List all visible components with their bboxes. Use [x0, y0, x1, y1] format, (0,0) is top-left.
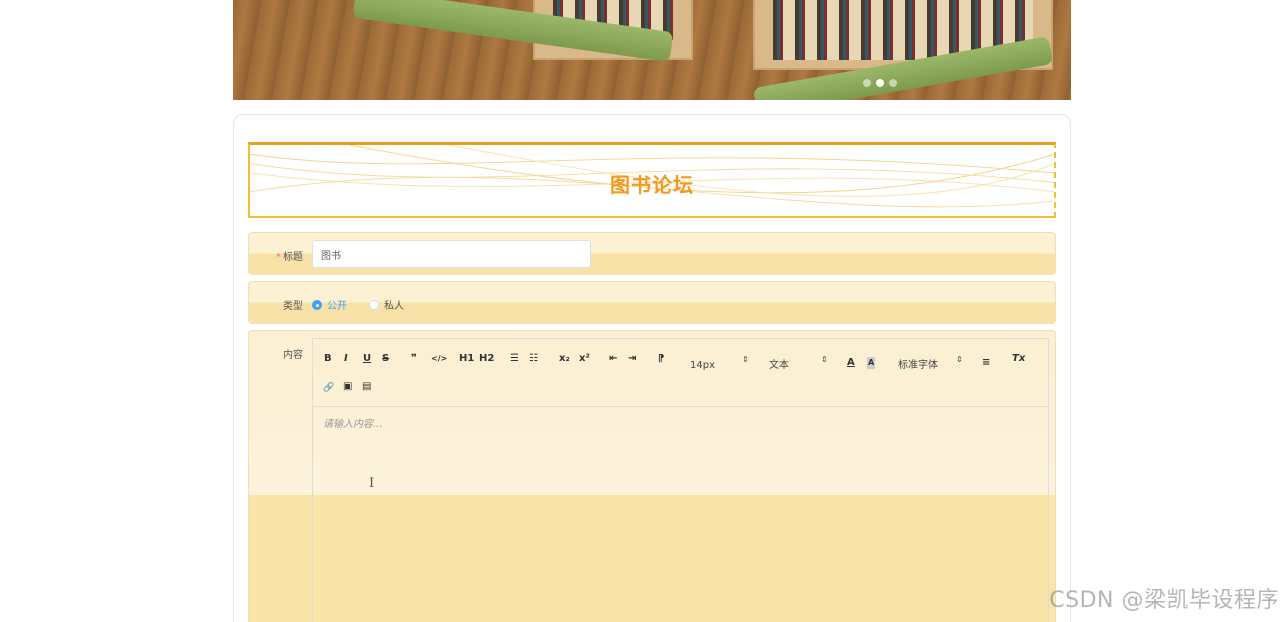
background-color-icon[interactable]: A [867, 357, 876, 369]
h1-button[interactable]: H1 [459, 353, 474, 365]
font-family-select-arrow-icon[interactable]: ⇕ [956, 354, 963, 366]
required-mark: * [276, 252, 281, 263]
header-select-arrow-icon[interactable]: ⇕ [821, 354, 828, 366]
title-label: * 标题 [276, 248, 303, 263]
content-label: 内容 [283, 350, 303, 361]
rich-text-editor: B I U S ❞ </> H1 H2 ☰ ☷ x₂ x² ⇤ ⇥ ⁋ 14px… [312, 338, 1049, 622]
code-icon[interactable]: </> [431, 353, 447, 365]
form-header: 图书论坛 [248, 142, 1056, 218]
type-form-item: 类型 公开 私人 [248, 281, 1056, 324]
title-label-text: 标题 [283, 252, 303, 263]
radio-public-label[interactable]: 公开 [327, 297, 347, 312]
watermark: CSDN @梁凯毕设程序 [1049, 588, 1279, 613]
radio-public-circle[interactable] [312, 299, 322, 310]
font-size-select-arrow-icon[interactable]: ⇕ [742, 354, 749, 366]
header-select[interactable]: 文本 [769, 360, 789, 372]
italic-button[interactable]: I [344, 353, 348, 365]
font-color-icon[interactable]: A [847, 357, 855, 369]
clean-format-icon[interactable]: Tx [1012, 353, 1025, 365]
carousel-dot[interactable] [863, 79, 871, 87]
bold-button[interactable]: B [324, 353, 332, 365]
font-size-select[interactable]: 14px [690, 360, 715, 372]
carousel-dots [863, 79, 897, 87]
text-direction-icon[interactable]: ⁋ [658, 353, 664, 365]
radio-private-label[interactable]: 私人 [384, 297, 404, 312]
subscript-button[interactable]: x₂ [559, 353, 570, 365]
banner-carousel[interactable] [233, 0, 1071, 100]
content-form-item: 内容 B I U S ❞ </> H1 H2 ☰ ☷ x₂ x² ⇤ ⇥ ⁋ 1… [248, 330, 1056, 622]
indent-icon[interactable]: ⇥ [628, 353, 636, 365]
ordered-list-icon[interactable]: ☰ [510, 353, 519, 365]
carousel-dot[interactable] [889, 79, 897, 87]
outdent-icon[interactable]: ⇤ [609, 353, 617, 365]
radio-public[interactable]: 公开 [312, 297, 347, 312]
radio-private[interactable]: 私人 [369, 297, 404, 312]
h2-button[interactable]: H2 [479, 353, 494, 365]
title-input[interactable] [312, 240, 591, 268]
text-cursor-icon: I [369, 476, 375, 491]
strike-button[interactable]: S [382, 353, 389, 365]
video-icon[interactable]: ▤ [362, 381, 371, 393]
editor-placeholder[interactable]: 请输入内容... [323, 415, 383, 430]
image-icon[interactable]: ▣ [343, 381, 352, 393]
underline-button[interactable]: U [363, 353, 371, 365]
page-title: 图书论坛 [610, 173, 694, 197]
radio-private-circle[interactable] [369, 299, 379, 310]
carousel-dot-active[interactable] [876, 79, 884, 87]
font-family-select[interactable]: 标准字体 [898, 360, 938, 372]
type-label: 类型 [283, 301, 303, 312]
link-icon[interactable]: 🔗 [323, 382, 334, 394]
superscript-button[interactable]: x² [579, 353, 590, 365]
bullet-list-icon[interactable]: ☷ [529, 353, 538, 365]
title-form-item: * 标题 [248, 232, 1056, 275]
align-icon[interactable]: ≡ [982, 357, 990, 369]
blockquote-icon[interactable]: ❞ [411, 353, 417, 365]
editor-toolbar: B I U S ❞ </> H1 H2 ☰ ☷ x₂ x² ⇤ ⇥ ⁋ 14px… [313, 339, 1048, 407]
